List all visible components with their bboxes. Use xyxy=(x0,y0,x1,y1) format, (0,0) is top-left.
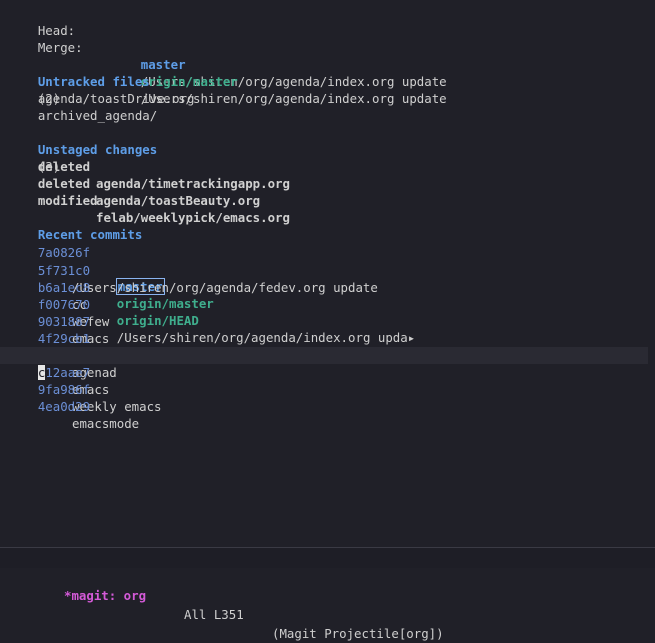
commit-message: /Users/shiren/org/agenda/index.org upda xyxy=(116,330,408,345)
commit-row[interactable]: b6a1ec8 cc xyxy=(8,262,90,312)
merge-line[interactable]: Merge: origin/master /Users/shiren/org/a… xyxy=(8,22,447,106)
current-line-highlight xyxy=(0,347,648,364)
unstaged-section-heading[interactable]: Unstaged changes (3) xyxy=(8,124,157,174)
commit-row[interactable]: 7a0826f master origin/master origin/HEAD… xyxy=(8,227,655,345)
unstaged-change[interactable]: deleted agenda/timetrackingapp.org xyxy=(8,141,290,191)
commit-row[interactable]: 9fa986f weekly emacs xyxy=(8,364,162,414)
untracked-file-path: archived_agenda/ xyxy=(37,108,158,123)
untracked-file[interactable]: archived_agenda/ xyxy=(8,90,157,123)
change-path: agenda/toastBeauty.org xyxy=(96,193,261,208)
commit-row[interactable]: 4ea0d29 emacsmode xyxy=(8,381,139,431)
commit-row[interactable]: 4f29cb1 emacs xyxy=(8,313,109,363)
magit-status-buffer[interactable]: Head: master /Users/shiren/org/agenda/in… xyxy=(0,0,655,548)
change-status: modified xyxy=(37,193,98,208)
modeline-modes[interactable]: (Magit Projectile[org]) xyxy=(272,624,444,643)
commit-row-current[interactable]: c12aae7 emacs xyxy=(8,347,109,397)
merge-label: Merge: xyxy=(37,40,83,55)
commit-row[interactable]: 5a7f620 agenad xyxy=(8,330,117,380)
untracked-section-heading[interactable]: Untracked files (2) xyxy=(8,56,150,106)
commit-message: emacsmode xyxy=(72,416,140,431)
commit-ref-remote[interactable]: origin/HEAD xyxy=(117,313,199,328)
minibuffer[interactable] xyxy=(0,568,655,584)
head-line[interactable]: Head: master /Users/shiren/org/agenda/in… xyxy=(8,5,447,89)
unstaged-change[interactable]: deleted agenda/toastBeauty.org xyxy=(8,158,260,208)
commit-row[interactable]: f007670 wefew xyxy=(8,279,109,329)
untracked-file[interactable]: agenda/toastDrive.org xyxy=(8,73,195,106)
commit-ref-remote[interactable]: origin/master xyxy=(117,296,214,311)
commit-row[interactable]: 9031887 emacs xyxy=(8,296,109,346)
modeline-buffer-name[interactable]: *magit: org xyxy=(64,586,146,605)
recent-commits-heading[interactable]: Recent commits xyxy=(8,209,142,242)
change-path: agenda/timetrackingapp.org xyxy=(96,176,290,191)
commit-row[interactable]: 5f731c0 /Users/shiren/org/agenda/fedev.o… xyxy=(8,245,378,295)
unstaged-change[interactable]: modified felab/weeklypick/emacs.org xyxy=(8,175,290,225)
modeline-position: All L351 xyxy=(184,607,244,622)
commit-hash: 4ea0d29 xyxy=(37,399,91,414)
commit-message: /Users/shiren/org/agenda/fedev.org updat… xyxy=(72,280,378,295)
mode-line: U:%%- *magit: org All L351 (Magit Projec… xyxy=(0,547,655,641)
truncation-arrow-icon: ▸ xyxy=(407,330,416,345)
